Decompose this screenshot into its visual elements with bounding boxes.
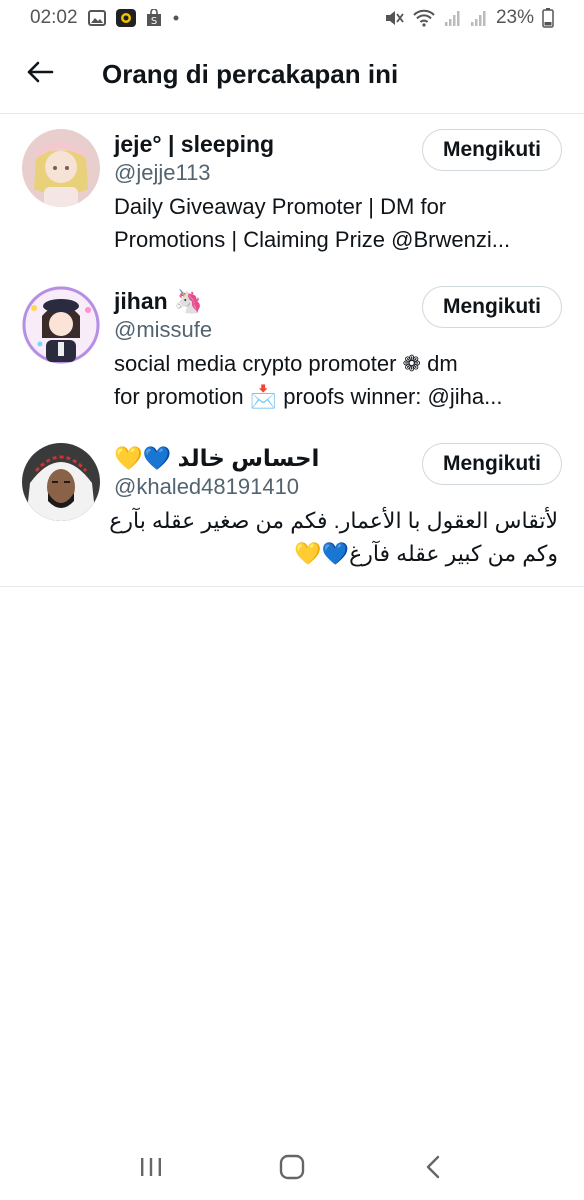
home-icon <box>279 1154 305 1185</box>
bio-line: for promotion 📩 proofs winner: @jiha... <box>114 384 503 409</box>
more-notifications-dot-icon <box>172 14 180 22</box>
following-button[interactable]: Mengikuti <box>422 286 562 328</box>
bio-line: social media crypto promoter ❁ dm <box>114 351 458 376</box>
display-name: jihan 🦄 <box>114 288 203 314</box>
wifi-icon <box>412 9 436 27</box>
user-list: jeje° | sleeping @jejje113 Mengikuti Dai… <box>0 115 584 587</box>
user-bio: لأتقاس العقول با الأعمار. فكم من صغير عق… <box>109 504 562 570</box>
nav-back-icon <box>424 1155 442 1184</box>
following-button[interactable]: Mengikuti <box>422 129 562 171</box>
signal-icon-1 <box>444 9 462 27</box>
display-name: احساس خالد 💙💛 <box>114 445 320 471</box>
bio-line: وكم من كبير عقله فآرغ💙💛 <box>294 541 558 566</box>
page-title: Orang di percakapan ini <box>102 59 399 89</box>
status-time: 02:02 <box>30 7 78 28</box>
user-handle: @jejje113 <box>114 160 211 185</box>
status-bar: 02:02 S 23% <box>0 0 584 36</box>
avatar[interactable] <box>22 129 100 207</box>
shop-notification-icon: S <box>146 9 162 27</box>
system-navigation-bar <box>0 1138 584 1200</box>
app-notification-icon <box>115 9 136 27</box>
back-button[interactable] <box>0 36 80 114</box>
user-row-khaled48191410[interactable]: احساس خالد 💙💛 @khaled48191410 Mengikuti … <box>0 429 584 586</box>
battery-percent: 23% <box>495 7 534 28</box>
avatar[interactable] <box>22 286 100 364</box>
user-bio: Daily Giveaway Promoter | DM for Promoti… <box>114 190 562 256</box>
user-bio: social media crypto promoter ❁ dm for pr… <box>114 347 562 413</box>
recent-apps-icon <box>139 1156 163 1183</box>
avatar[interactable] <box>22 443 100 521</box>
mute-icon <box>384 9 404 27</box>
user-row-jejje113[interactable]: jeje° | sleeping @jejje113 Mengikuti Dai… <box>0 115 584 272</box>
following-button[interactable]: Mengikuti <box>422 443 562 485</box>
svg-text:S: S <box>150 16 156 27</box>
recent-apps-button[interactable] <box>121 1144 181 1194</box>
user-handle: @khaled48191410 <box>114 474 300 499</box>
bio-line: Daily Giveaway Promoter | DM for <box>114 194 447 219</box>
top-app-bar: Orang di percakapan ini <box>0 36 584 114</box>
system-back-button[interactable] <box>403 1144 463 1194</box>
battery-icon <box>542 8 554 28</box>
bio-line: لأتقاس العقول با الأعمار. فكم من صغير عق… <box>109 508 558 533</box>
user-handle: @missufe <box>114 317 213 342</box>
bio-line: Promotions | Claiming Prize @Brwenzi... <box>114 227 511 252</box>
gallery-notification-icon <box>87 10 106 26</box>
user-row-missufe[interactable]: jihan 🦄 @missufe Mengikuti social media … <box>0 272 584 429</box>
home-button[interactable] <box>262 1144 322 1194</box>
arrow-left-icon <box>26 60 54 89</box>
display-name: jeje° | sleeping <box>114 131 275 157</box>
signal-icon-2 <box>470 9 488 27</box>
